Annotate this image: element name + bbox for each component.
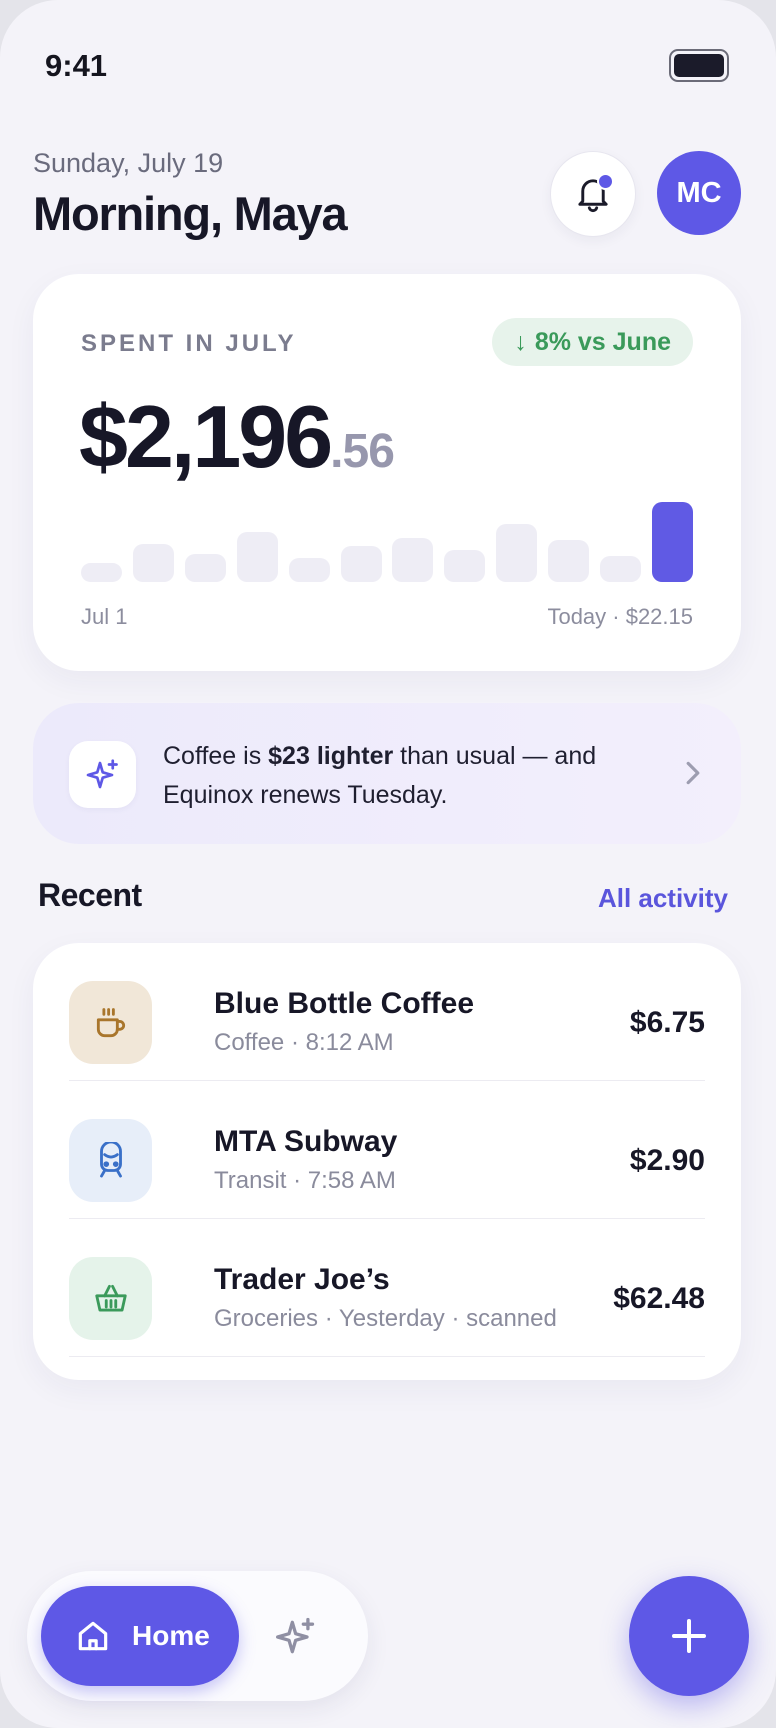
daily-spend-bars — [81, 502, 693, 582]
list-item[interactable]: Trader Joe’s Groceries · Yesterday · sca… — [69, 1219, 705, 1357]
transaction-amount: $62.48 — [613, 1282, 705, 1315]
total-amount: $2,196.56 — [79, 386, 395, 488]
chevron-right-icon — [685, 760, 701, 791]
nav-assistant-button[interactable] — [270, 1611, 322, 1663]
today-bar — [652, 502, 693, 582]
day-bar — [132, 544, 174, 582]
list-item[interactable]: MTA Subway Transit · 7:58 AM $2.90 — [69, 1081, 705, 1219]
arrow-down-icon: ↓ — [514, 327, 527, 356]
bars-end-label: Today · $22.15 — [547, 604, 693, 629]
transaction-meta: Coffee · 8:12 AM — [214, 1029, 394, 1056]
bottom-nav: Home — [27, 1571, 368, 1701]
sparkle-icon — [276, 1617, 315, 1654]
battery-icon — [669, 49, 729, 82]
day-bar — [184, 554, 226, 582]
home-icon — [78, 1621, 108, 1651]
spending-summary-card[interactable]: SPENT IN JULY ↓ 8% vs June $2,196.56 Jul… — [33, 274, 741, 671]
shopping-basket-icon — [69, 1257, 152, 1340]
recent-heading: Recent — [38, 877, 142, 913]
header-date: Sunday, July 19 — [33, 148, 224, 178]
insight-card[interactable]: Coffee is $23 lighter than usual — and E… — [33, 703, 741, 844]
day-bar — [392, 538, 434, 582]
coffee-cup-icon — [69, 981, 152, 1064]
insight-text: Coffee is $23 lighter than usual — and E… — [163, 742, 597, 809]
transaction-name: Trader Joe’s — [214, 1263, 390, 1296]
day-bar — [288, 558, 330, 582]
bars-start-label: Jul 1 — [81, 604, 128, 629]
page-title: Morning, Maya — [33, 187, 348, 240]
sparkle-icon — [69, 741, 136, 808]
plus-icon — [672, 1619, 706, 1653]
day-bar — [236, 532, 278, 582]
list-item[interactable]: Blue Bottle Coffee Coffee · 8:12 AM $6.7… — [69, 943, 705, 1081]
transaction-amount: $6.75 — [629, 1006, 705, 1039]
summary-label: SPENT IN JULY — [81, 330, 297, 357]
notifications-button[interactable] — [550, 151, 636, 237]
transaction-meta: Groceries · Yesterday · scanned — [214, 1305, 557, 1332]
day-bar — [81, 563, 122, 582]
nav-home-button[interactable]: Home — [41, 1586, 239, 1686]
day-bar — [444, 550, 486, 582]
transaction-amount: $2.90 — [629, 1144, 705, 1177]
phone-screen: 9:41 Sunday, July 19 Morning, Maya MC SP… — [0, 0, 776, 1728]
transaction-meta: Transit · 7:58 AM — [214, 1167, 396, 1194]
transactions-list: Blue Bottle Coffee Coffee · 8:12 AM $6.7… — [33, 943, 741, 1380]
day-bar — [496, 524, 538, 582]
add-transaction-button[interactable] — [629, 1576, 749, 1696]
avatar[interactable]: MC — [657, 151, 741, 235]
unread-dot — [597, 173, 614, 190]
delta-text: 8% vs June — [534, 327, 671, 356]
transaction-name: Blue Bottle Coffee — [214, 987, 475, 1020]
day-bar — [600, 556, 642, 582]
transaction-name: MTA Subway — [214, 1125, 398, 1158]
delta-badge: ↓ 8% vs June — [492, 318, 693, 366]
amount-dollars: $2,196 — [79, 387, 333, 486]
amount-cents: .56 — [330, 425, 395, 478]
nav-home-label: Home — [132, 1620, 210, 1651]
day-bar — [340, 546, 382, 582]
status-time: 9:41 — [45, 48, 108, 83]
subway-train-icon — [69, 1119, 152, 1202]
day-bar — [548, 540, 590, 582]
all-activity-link[interactable]: All activity — [598, 883, 728, 914]
